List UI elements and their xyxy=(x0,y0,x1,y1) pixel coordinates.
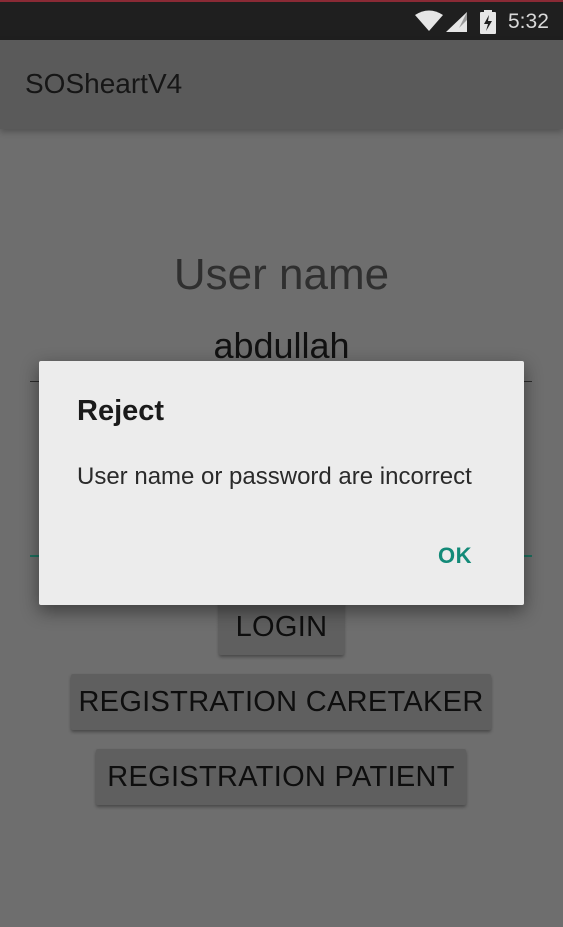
app-bar: SOSheartV4 xyxy=(0,40,563,129)
battery-charging-icon xyxy=(480,10,496,34)
status-bar: 5:32 xyxy=(0,0,563,40)
reject-dialog: Reject User name or password are incorre… xyxy=(39,361,524,605)
login-button[interactable]: LOGIN xyxy=(219,599,344,655)
status-time: 5:32 xyxy=(508,10,549,33)
dialog-message: User name or password are incorrect xyxy=(77,463,472,490)
signal-icon xyxy=(446,12,467,32)
wifi-icon xyxy=(415,10,443,31)
ok-button[interactable]: OK xyxy=(434,543,476,569)
registration-caretaker-button[interactable]: REGISTRATION CARETAKER xyxy=(71,674,491,730)
app-title: SOSheartV4 xyxy=(25,68,183,99)
registration-patient-button[interactable]: REGISTRATION PATIENT xyxy=(96,749,466,805)
username-label: User name xyxy=(173,250,390,299)
dialog-title: Reject xyxy=(77,395,165,427)
